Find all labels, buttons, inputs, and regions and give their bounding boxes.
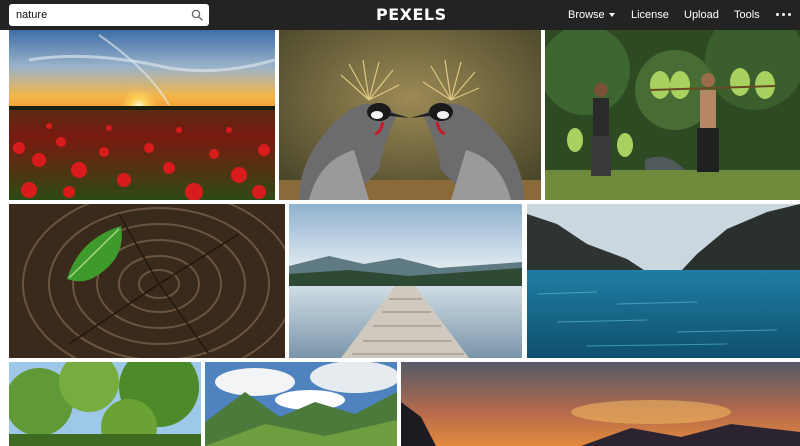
photo-turquoise-sea[interactable] [527,204,800,358]
photo-lake-pier[interactable] [289,204,522,358]
photo-rice-farmers[interactable] [545,30,800,200]
photo-crowned-cranes[interactable] [279,30,541,200]
search-icon[interactable] [191,9,203,21]
search-box[interactable] [9,4,209,26]
photo-poppy-field[interactable] [9,30,275,200]
license-link[interactable]: License [631,9,669,21]
photo-green-trees[interactable] [9,362,201,446]
photo-mountain-valley[interactable] [205,362,397,446]
upload-link[interactable]: Upload [684,9,719,21]
chevron-down-icon [608,13,615,18]
browse-menu[interactable]: Browse [568,9,615,21]
search-input[interactable] [9,4,189,26]
photo-mountain-sunset[interactable] [401,362,800,446]
pexels-logo[interactable]: PEXELS [376,5,447,24]
browse-label: Browse [568,9,605,21]
top-navigation-bar: PEXELS Browse License Upload Tools [0,0,800,30]
tools-link[interactable]: Tools [734,9,760,21]
more-dots-icon[interactable] [776,13,792,17]
photo-leaf-on-stump[interactable] [9,204,285,358]
